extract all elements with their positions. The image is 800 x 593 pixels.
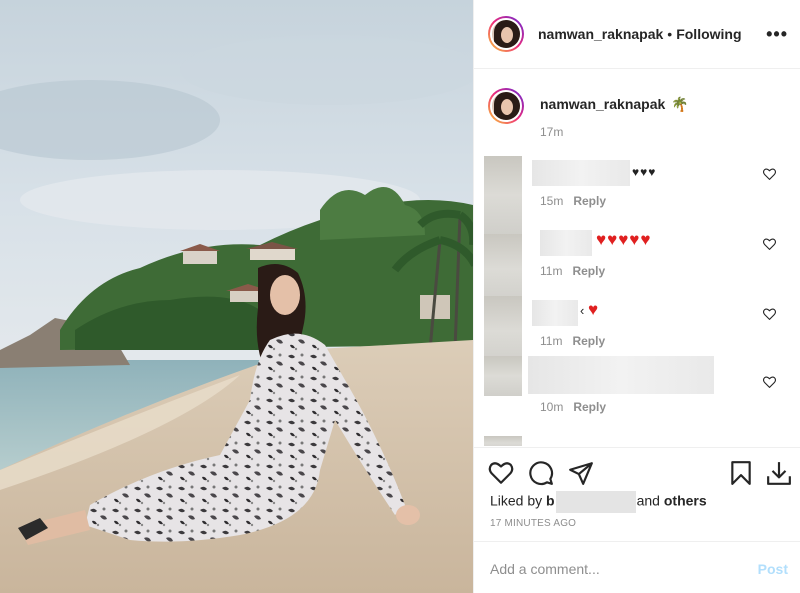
comment-item: 10m Reply	[482, 356, 800, 426]
comment-avatar[interactable]	[484, 356, 522, 396]
reply-button[interactable]: Reply	[573, 194, 606, 208]
comment-time[interactable]: 15m	[540, 194, 563, 208]
liked-by-others[interactable]: others	[664, 493, 707, 509]
comment-list[interactable]: ♥♥♥ 15m Reply ♥♥♥♥♥ 11m Reply ‹ ♥ 11m Reply…	[482, 156, 800, 446]
liked-by-connector: and	[636, 492, 660, 509]
comment-time[interactable]: 10m	[540, 400, 563, 414]
post-button[interactable]: Post	[758, 561, 788, 577]
comment-text: ♥	[587, 300, 600, 319]
comment-text: ♥♥♥♥♥	[596, 230, 652, 249]
comment-avatar[interactable]	[484, 436, 522, 446]
send-icon[interactable]	[568, 460, 594, 486]
palm-tree-icon: 🌴	[671, 96, 689, 112]
redacted-username	[540, 230, 592, 256]
beach-photo	[0, 0, 473, 593]
action-bar	[474, 447, 800, 497]
more-options-icon[interactable]: •••	[766, 24, 788, 45]
redacted-liker	[555, 491, 636, 513]
following-button[interactable]: Following	[676, 26, 741, 42]
redacted-username	[532, 300, 578, 326]
header-username[interactable]: namwan_raknapak	[538, 26, 663, 42]
post-detail-panel: namwan_raknapak • Following ••• namwan_r…	[473, 0, 800, 593]
caption-avatar[interactable]	[488, 88, 524, 124]
like-comment-icon[interactable]	[763, 238, 776, 250]
redacted-comment	[528, 356, 714, 394]
comment-avatar[interactable]	[484, 234, 522, 304]
reply-button[interactable]: Reply	[573, 400, 606, 414]
redacted-username	[532, 160, 630, 186]
comment-item: ♥♥♥♥♥ 11m Reply	[482, 226, 800, 304]
add-comment-bar: Add a comment... Post	[474, 541, 800, 593]
like-comment-icon[interactable]	[763, 168, 776, 180]
like-comment-icon[interactable]	[763, 308, 776, 320]
post-timestamp[interactable]: 17 MINUTES AGO	[490, 518, 576, 529]
comment-icon[interactable]	[528, 460, 554, 486]
download-icon[interactable]	[766, 460, 792, 486]
like-comment-icon[interactable]	[763, 376, 776, 388]
comment-input[interactable]: Add a comment...	[490, 561, 600, 577]
caption-time[interactable]: 17m	[540, 125, 563, 139]
caption: namwan_raknapak 🌴 17m	[488, 88, 786, 148]
comment-avatar[interactable]	[484, 156, 522, 234]
reply-button[interactable]: Reply	[572, 264, 605, 278]
avatar[interactable]	[488, 16, 524, 52]
liked-by-user[interactable]: b	[546, 493, 555, 509]
bookmark-icon[interactable]	[728, 460, 754, 486]
caption-username[interactable]: namwan_raknapak	[540, 96, 665, 112]
post-photo[interactable]	[0, 0, 473, 593]
reply-button[interactable]: Reply	[572, 334, 605, 348]
header-separator: •	[667, 26, 673, 42]
post-header: namwan_raknapak • Following •••	[474, 0, 800, 69]
liked-by-prefix: Liked by	[490, 492, 543, 509]
comment-prefix: ‹	[580, 303, 585, 318]
comment-time[interactable]: 11m	[540, 334, 562, 348]
comment-item: ♥♥♥ 15m Reply	[482, 156, 800, 234]
liked-by: Liked by b and others	[490, 491, 707, 513]
comment-text: ♥♥♥	[632, 165, 657, 179]
heart-icon[interactable]	[488, 460, 514, 486]
comment-time[interactable]: 11m	[540, 264, 562, 278]
